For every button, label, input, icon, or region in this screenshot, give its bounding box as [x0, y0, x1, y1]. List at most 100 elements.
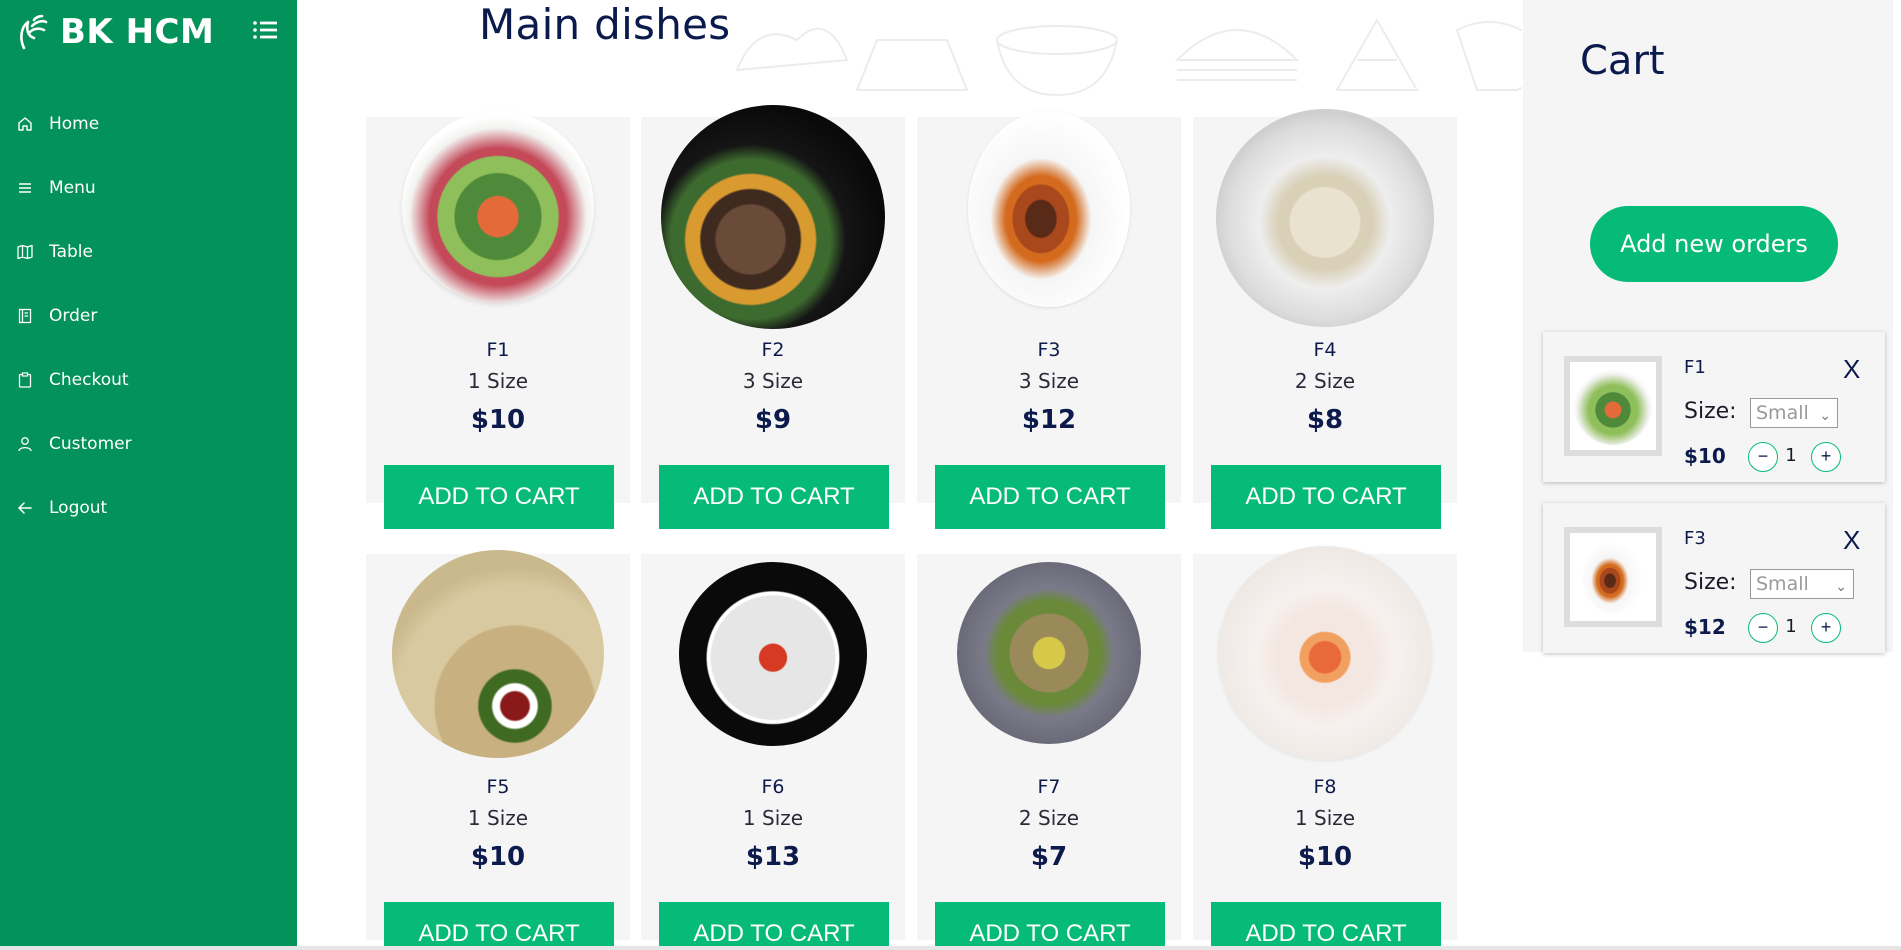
- dish-size: 1 Size: [1294, 806, 1356, 830]
- size-label: Size:: [1684, 570, 1737, 595]
- add-new-orders-button[interactable]: Add new orders: [1590, 206, 1838, 282]
- sidebar-item-logout[interactable]: Logout: [0, 476, 297, 540]
- sidebar-item-label: Logout: [49, 498, 108, 518]
- sidebar-item-label: Table: [49, 242, 93, 262]
- dish-card-f1: F1 1 Size $10 ADD TO CART: [366, 111, 630, 529]
- dish-image-f7: [957, 562, 1141, 744]
- cart-item-f1: F1 X Size: Small ⌄ $10 − 1 +: [1543, 332, 1885, 482]
- add-to-cart-button[interactable]: ADD TO CART: [384, 902, 614, 950]
- sidebar-item-label: Checkout: [49, 370, 129, 390]
- cart-item-thumbnail: [1564, 356, 1662, 456]
- dish-price: $8: [1306, 405, 1344, 435]
- cart-item-price: $10: [1684, 444, 1726, 468]
- size-select[interactable]: Small ⌄: [1750, 569, 1854, 599]
- sidebar-item-home[interactable]: Home: [0, 92, 297, 156]
- dish-size: 3 Size: [1018, 369, 1080, 393]
- dish-name: F7: [1037, 776, 1061, 798]
- dish-price: $12: [1021, 405, 1077, 435]
- dish-size: 2 Size: [1294, 369, 1356, 393]
- map-icon: [16, 243, 34, 261]
- dish-card-f8: F8 1 Size $10 ADD TO CART: [1193, 546, 1457, 950]
- decrease-quantity-button[interactable]: −: [1748, 442, 1778, 472]
- dish-image-f5: [392, 550, 604, 758]
- sidebar-nav: Home Menu Table Order Checkout Customer …: [0, 92, 297, 540]
- remove-item-button[interactable]: X: [1843, 525, 1860, 556]
- dish-image-f8: [1218, 546, 1432, 760]
- sidebar-item-label: Home: [49, 114, 100, 134]
- dish-price: $10: [1297, 842, 1353, 872]
- size-select-value: Small: [1756, 402, 1809, 424]
- dish-name: F1: [486, 339, 510, 361]
- add-to-cart-button[interactable]: ADD TO CART: [659, 465, 889, 529]
- page-title: Main dishes: [479, 0, 731, 49]
- remove-item-button[interactable]: X: [1843, 354, 1860, 385]
- quantity-value: 1: [1785, 445, 1797, 466]
- leaf-logo-icon: [20, 14, 48, 50]
- dish-card-f4: F4 2 Size $8 ADD TO CART: [1193, 109, 1457, 529]
- hamburger-menu-icon[interactable]: [252, 19, 278, 41]
- dish-size: 1 Size: [467, 369, 529, 393]
- clipboard-icon: [16, 371, 34, 389]
- dish-size: 1 Size: [467, 806, 529, 830]
- dish-name: F4: [1313, 339, 1337, 361]
- cart-item-price: $12: [1684, 615, 1726, 639]
- dish-size: 1 Size: [742, 806, 804, 830]
- add-to-cart-button[interactable]: ADD TO CART: [659, 902, 889, 950]
- dish-card-f2: F2 3 Size $9 ADD TO CART: [641, 105, 905, 529]
- dish-image-f2: [661, 105, 885, 329]
- cart-panel: Cart Add new orders F1 X Size: Small ⌄ $…: [1523, 0, 1893, 653]
- dish-price: $10: [470, 405, 526, 435]
- dish-image-f4: [1216, 109, 1434, 327]
- cart-item-thumbnail: [1564, 527, 1662, 627]
- dish-card-f5: F5 1 Size $10 ADD TO CART: [366, 550, 630, 950]
- dish-image-f1: [402, 111, 594, 303]
- dish-name: F3: [1037, 339, 1061, 361]
- dish-size: 2 Size: [1018, 806, 1080, 830]
- sidebar: BK HCM Home Menu Table Order Checkout Cu…: [0, 0, 297, 950]
- dish-size: 3 Size: [742, 369, 804, 393]
- brand[interactable]: BK HCM: [16, 10, 214, 54]
- increase-quantity-button[interactable]: +: [1811, 442, 1841, 472]
- dish-card-f6: F6 1 Size $13 ADD TO CART: [641, 554, 905, 950]
- dish-image-f3: [968, 111, 1130, 307]
- home-icon: [16, 115, 34, 133]
- dish-name: F5: [486, 776, 510, 798]
- sidebar-item-table[interactable]: Table: [0, 220, 297, 284]
- size-select-value: Small: [1756, 573, 1809, 595]
- decrease-quantity-button[interactable]: −: [1748, 613, 1778, 643]
- increase-quantity-button[interactable]: +: [1811, 613, 1841, 643]
- dish-card-f7: F7 2 Size $7 ADD TO CART: [917, 554, 1181, 950]
- list-icon: [16, 179, 34, 197]
- cart-item-name: F3: [1684, 528, 1706, 549]
- dish-price: $7: [1030, 842, 1068, 872]
- quantity-value: 1: [1785, 616, 1797, 637]
- sidebar-item-customer[interactable]: Customer: [0, 412, 297, 476]
- cart-dish-image-f3: [1583, 540, 1643, 614]
- sidebar-item-menu[interactable]: Menu: [0, 156, 297, 220]
- main-content: Main dishes F1 1 Size $10 ADD TO CART F2…: [297, 0, 1522, 950]
- add-to-cart-button[interactable]: ADD TO CART: [935, 465, 1165, 529]
- user-icon: [16, 435, 34, 453]
- cart-item-name: F1: [1684, 357, 1706, 378]
- dish-image-f6: [679, 562, 867, 746]
- chevron-down-icon: ⌄: [1819, 408, 1831, 424]
- cart-title: Cart: [1580, 38, 1665, 84]
- sidebar-item-label: Menu: [49, 178, 96, 198]
- add-to-cart-button[interactable]: ADD TO CART: [935, 902, 1165, 950]
- brand-name: BK HCM: [60, 12, 215, 52]
- sidebar-item-order[interactable]: Order: [0, 284, 297, 348]
- cart-dish-image-f1: [1574, 367, 1652, 445]
- chevron-down-icon: ⌄: [1835, 579, 1847, 595]
- cart-item-f3: F3 X Size: Small ⌄ $12 − 1 +: [1543, 503, 1885, 653]
- sidebar-item-label: Customer: [49, 434, 132, 454]
- dish-card-f3: F3 3 Size $12 ADD TO CART: [917, 111, 1181, 529]
- sidebar-item-label: Order: [49, 306, 98, 326]
- add-to-cart-button[interactable]: ADD TO CART: [384, 465, 614, 529]
- sidebar-item-checkout[interactable]: Checkout: [0, 348, 297, 412]
- size-select[interactable]: Small ⌄: [1750, 398, 1838, 428]
- app-window: BK HCM Home Menu Table Order Checkout Cu…: [0, 0, 1901, 950]
- food-doodle-background: [735, 17, 1522, 97]
- add-to-cart-button[interactable]: ADD TO CART: [1211, 465, 1441, 529]
- add-to-cart-button[interactable]: ADD TO CART: [1211, 902, 1441, 950]
- dish-price: $9: [754, 405, 792, 435]
